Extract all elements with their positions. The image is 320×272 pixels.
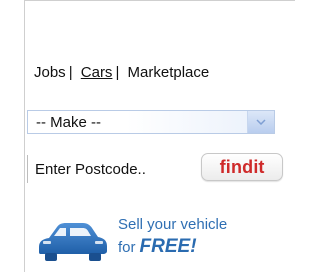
postcode-input[interactable]: [27, 155, 199, 183]
make-select-value: -- Make --: [36, 114, 101, 131]
nav-marketplace-link[interactable]: Marketplace: [128, 64, 210, 82]
nav-separator: |: [68, 64, 73, 81]
make-select-dropdown-button[interactable]: [247, 111, 274, 133]
sell-banner-line1: Sell your vehicle: [118, 216, 228, 233]
chevron-down-icon: [256, 119, 266, 125]
nav-cars-link[interactable]: Cars: [81, 64, 113, 81]
nav-separator: |: [115, 64, 120, 81]
findit-label-it: it: [253, 157, 265, 177]
findit-label-find: find: [219, 157, 254, 177]
sell-banner-for: for: [118, 239, 136, 256]
nav-jobs-link[interactable]: Jobs: [34, 64, 66, 82]
make-select[interactable]: -- Make --: [27, 110, 275, 134]
sell-banner-line2: for FREE!: [118, 237, 197, 258]
findit-button[interactable]: findit: [201, 153, 283, 181]
category-nav: Jobs | Cars | Marketplace: [34, 64, 209, 82]
sell-banner-free: FREE!: [139, 236, 197, 257]
sell-vehicle-banner[interactable]: Sell your vehicle for FREE!: [33, 213, 273, 265]
car-icon: [39, 223, 107, 261]
